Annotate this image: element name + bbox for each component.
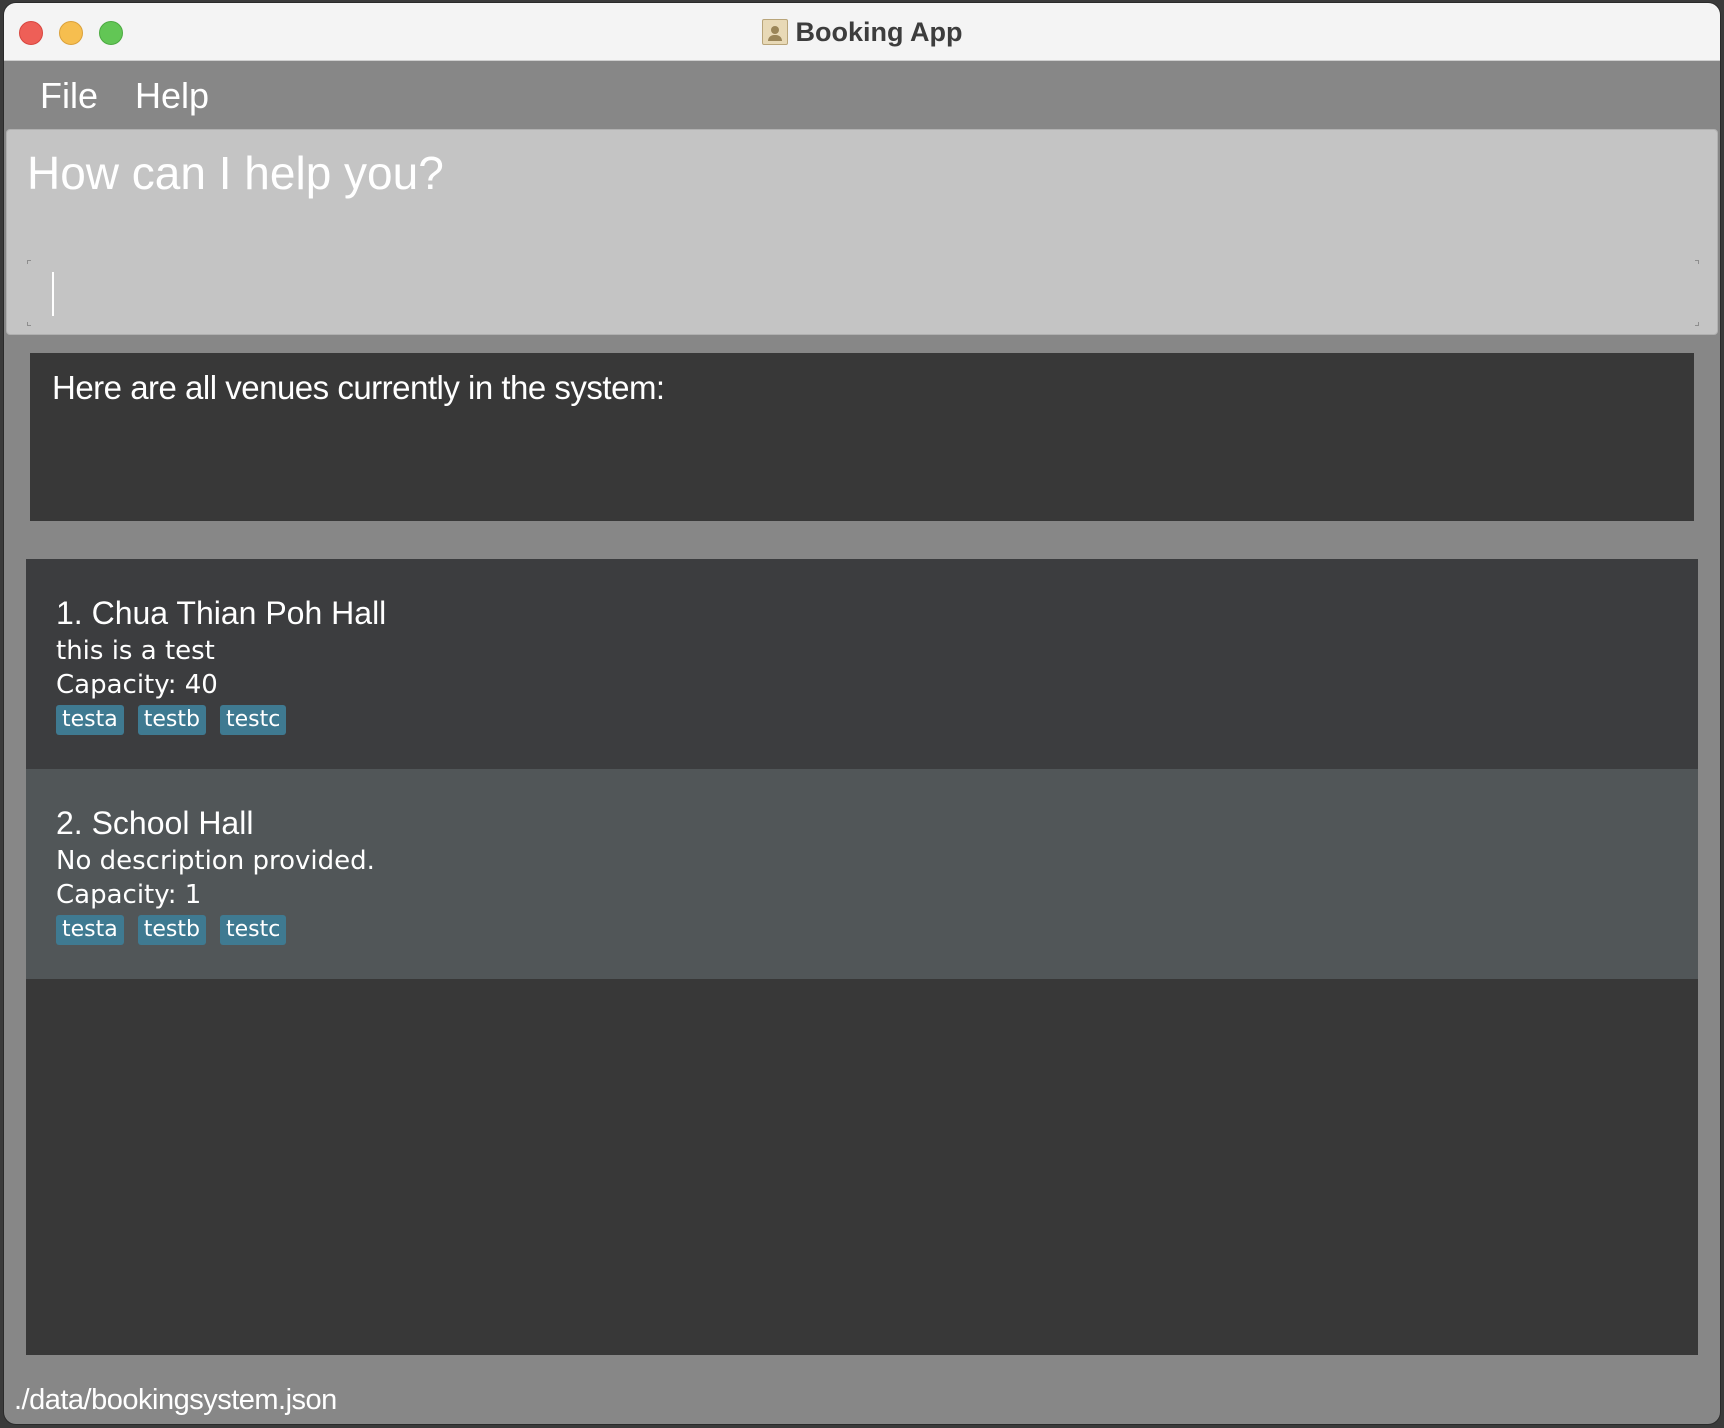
- menu-help[interactable]: Help: [135, 75, 209, 117]
- venue-tag: testb: [137, 705, 206, 735]
- venue-tag: testc: [219, 915, 287, 945]
- venue-tag: testa: [56, 705, 124, 735]
- venue-card[interactable]: 2. School Hall No description provided. …: [26, 769, 1698, 979]
- command-input[interactable]: [27, 260, 1707, 326]
- venue-tags: testa testb testc: [56, 705, 287, 735]
- venue-capacity: Capacity: 40: [56, 670, 218, 700]
- status-bar-file-path: ./data/bookingsystem.json: [14, 1384, 337, 1416]
- venue-card[interactable]: 1. Chua Thian Poh Hall this is a test Ca…: [26, 559, 1698, 769]
- venue-name: 2. School Hall: [56, 805, 254, 841]
- venue-description: this is a test: [56, 636, 215, 666]
- address-book-icon: [761, 19, 788, 45]
- venue-tag: testc: [219, 705, 287, 735]
- result-display[interactable]: Here are all venues currently in the sys…: [30, 353, 1694, 521]
- input-corner: [27, 260, 31, 264]
- menu-file[interactable]: File: [40, 75, 98, 117]
- command-panel: How can I help you?: [6, 129, 1718, 335]
- window-title: Booking App: [795, 17, 963, 47]
- app-window: Booking App File Help How can I help you…: [4, 3, 1720, 1424]
- input-corner: [1695, 260, 1699, 264]
- window-title-group: Booking App: [4, 17, 1720, 48]
- venue-capacity: Capacity: 1: [56, 880, 202, 910]
- venue-tag: testb: [137, 915, 206, 945]
- venue-tags: testa testb testc: [56, 915, 287, 945]
- venue-name: 1. Chua Thian Poh Hall: [56, 595, 387, 631]
- text-caret: [52, 272, 54, 316]
- command-prompt: How can I help you?: [27, 147, 444, 199]
- menu-bar: File Help: [4, 62, 1720, 129]
- input-corner: [1695, 322, 1699, 326]
- venue-list[interactable]: 1. Chua Thian Poh Hall this is a test Ca…: [26, 559, 1698, 1355]
- input-corner: [27, 322, 31, 326]
- result-message: Here are all venues currently in the sys…: [52, 369, 665, 406]
- venue-description: No description provided.: [56, 846, 375, 876]
- title-bar[interactable]: Booking App: [4, 3, 1720, 61]
- venue-tag: testa: [56, 915, 124, 945]
